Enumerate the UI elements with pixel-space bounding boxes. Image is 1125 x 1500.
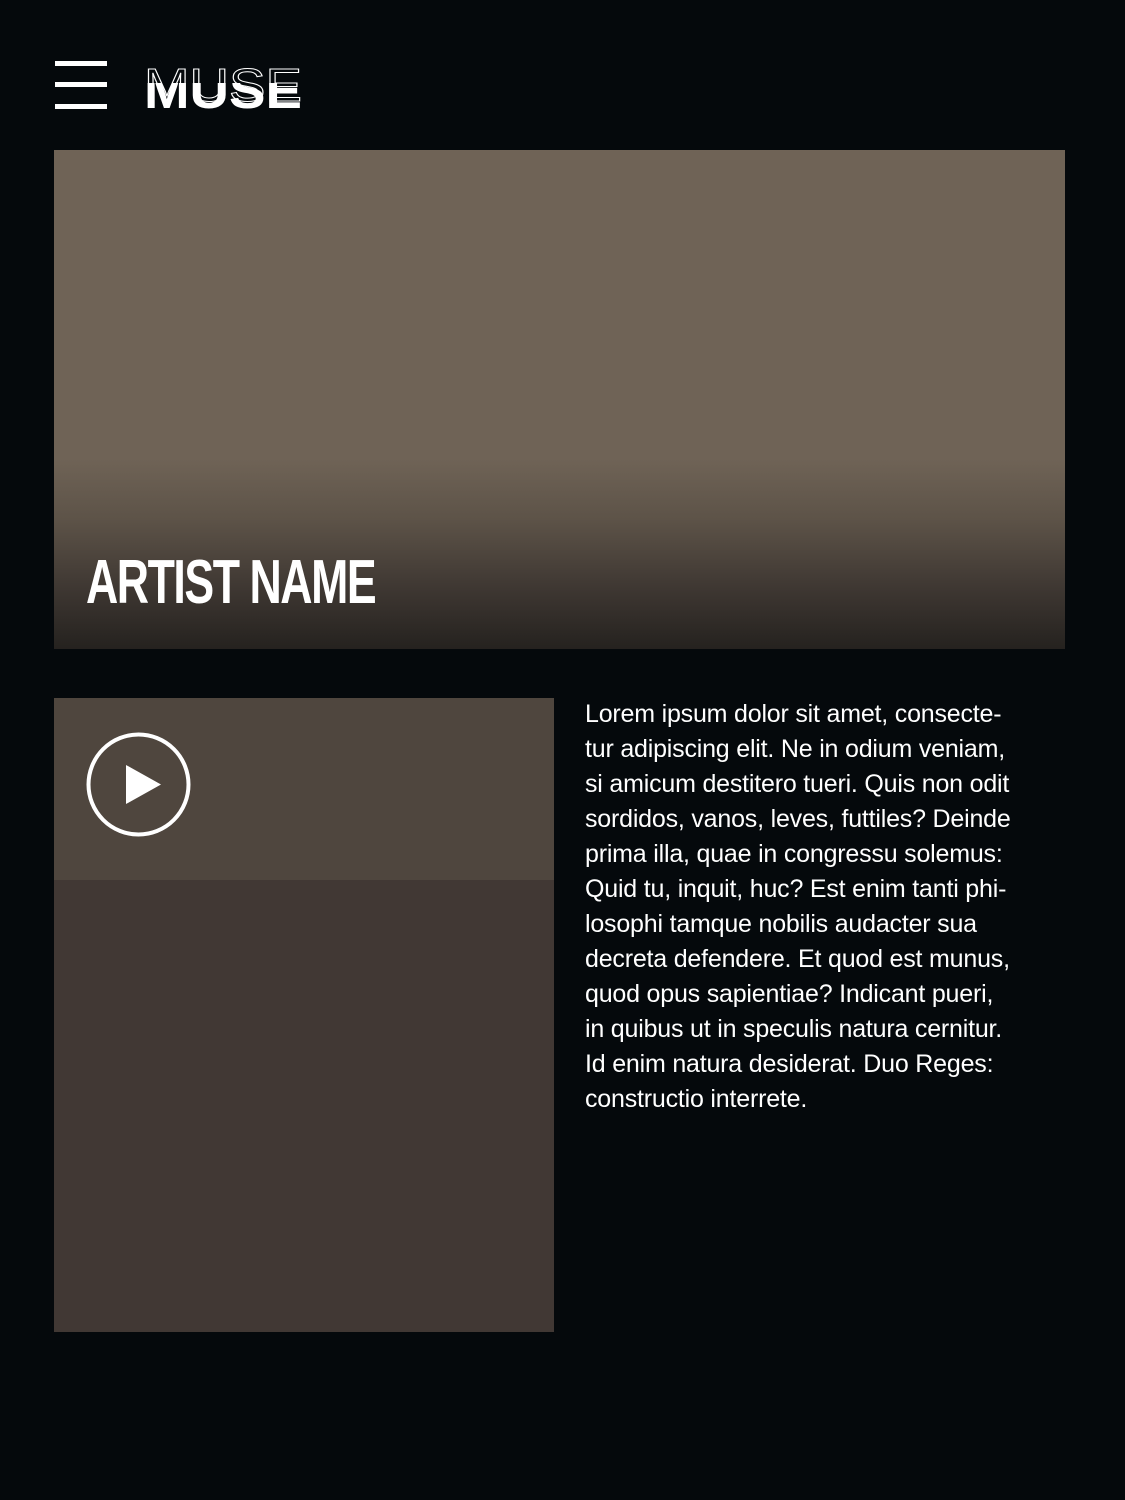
description-line: Lorem ipsum dolor sit amet, consecte- — [585, 700, 1002, 728]
description-line: in quibus ut in speculis natura cernitur… — [585, 1015, 1003, 1043]
muse-logo[interactable]: MUSE MUSE — [142, 58, 307, 114]
description-line: Quid tu, inquit, huc? Est enim tanti phi… — [585, 875, 1007, 903]
menu-bar-middle — [55, 82, 107, 87]
description-line: quod opus sapientiae? Indicant pueri, — [585, 980, 994, 1008]
description-line: decreta defendere. Et quod est munus, — [585, 945, 1010, 973]
description-line: si amicum destitero tueri. Quis non odit — [585, 770, 1010, 798]
description-line: losophi tamque nobilis audacter sua — [585, 910, 977, 938]
description-line: sordidos, vanos, leves, futtiles? Deinde — [585, 805, 1011, 833]
artist-description: Lorem ipsum dolor sit amet, consecte- tu… — [585, 697, 1075, 1117]
description-line: tur adipiscing elit. Ne in odium veniam, — [585, 735, 1005, 763]
play-circle-icon[interactable] — [86, 732, 191, 837]
description-line: prima illa, quae in congressu solemus: — [585, 840, 1003, 868]
logo-graphic: MUSE MUSE — [144, 59, 303, 114]
artist-name-heading: ARTIST NAME — [86, 548, 377, 617]
menu-bar-bottom — [55, 104, 107, 109]
play-icon-graphic — [86, 732, 191, 837]
description-line: Id enim natura desiderat. Duo Reges: — [585, 1050, 994, 1078]
menu-bar-top — [55, 61, 107, 66]
hamburger-menu-icon[interactable] — [55, 61, 107, 109]
description-line: constructio interrete. — [585, 1085, 808, 1113]
